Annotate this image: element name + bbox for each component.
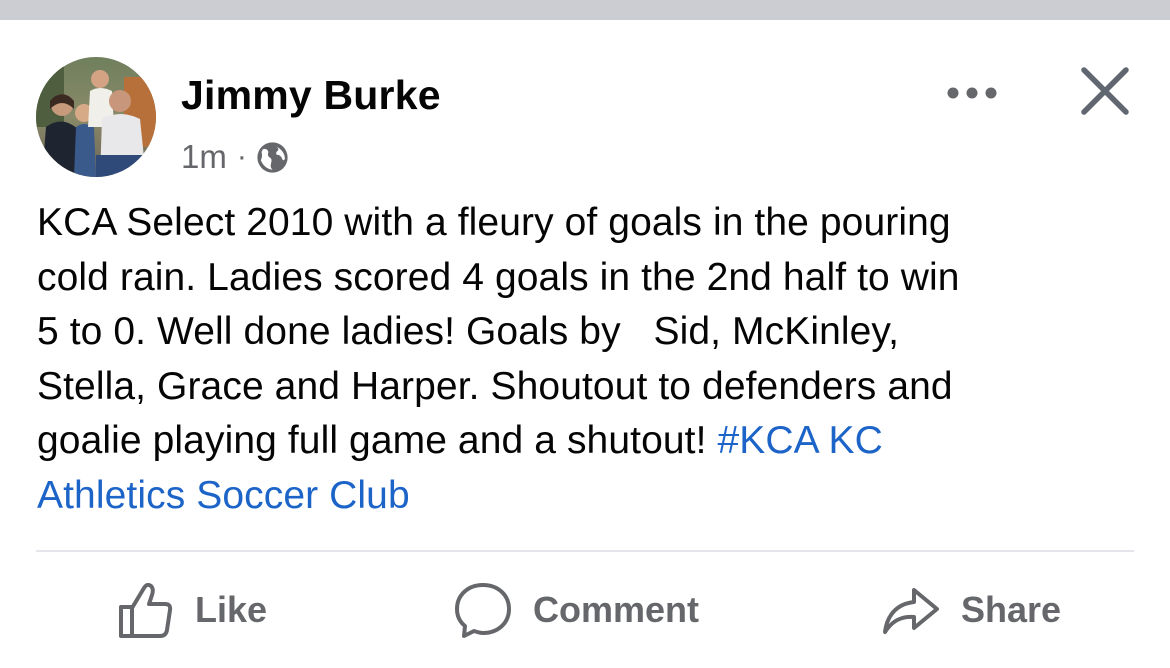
comment-button[interactable]: Comment	[453, 580, 699, 640]
close-icon	[1081, 67, 1129, 115]
author-name[interactable]: Jimmy Burke	[181, 72, 441, 119]
post-timestamp[interactable]: 1m	[181, 138, 227, 176]
meta-separator: ·	[236, 140, 247, 173]
comment-bubble-icon	[455, 583, 511, 638]
post-meta: 1m ·	[181, 137, 289, 177]
post-text-line: 5 to 0. Well done ladies! Goals by Sid, …	[37, 310, 900, 353]
like-button[interactable]: Like	[117, 580, 267, 640]
post-text-line: goalie playing full game and a shutout!	[37, 419, 718, 462]
share-arrow-icon	[883, 588, 939, 634]
post-text-line: cold rain. Ladies scored 4 goals in the …	[37, 255, 960, 299]
divider	[36, 550, 1134, 552]
share-button[interactable]: Share	[881, 580, 1061, 640]
hashtag-link[interactable]: #KCA	[717, 419, 817, 462]
close-button[interactable]	[1076, 62, 1134, 120]
avatar-photo	[36, 57, 156, 177]
post-text-line: KCA Select 2010 with a fleury of goals i…	[37, 201, 951, 244]
globe-icon	[256, 141, 289, 174]
comment-label: Comment	[533, 589, 700, 630]
post-card: Jimmy Burke 1m · KCA Select 2010 with a …	[0, 20, 1170, 668]
post-text: KCA Select 2010 with a fleury of goals i…	[37, 196, 1147, 523]
thumbs-up-icon	[119, 582, 173, 638]
like-label: Like	[195, 589, 268, 630]
tagged-page-text: KC	[828, 419, 883, 462]
avatar[interactable]	[36, 57, 156, 177]
post-text-line: Stella, Grace and Harper. Shoutout to de…	[37, 364, 953, 408]
top-strip	[0, 0, 1170, 20]
tagged-page-text: Athletics Soccer Club	[37, 473, 410, 517]
share-label: Share	[961, 589, 1062, 630]
more-options-button[interactable]	[944, 75, 1000, 111]
more-options-icon	[947, 87, 997, 99]
